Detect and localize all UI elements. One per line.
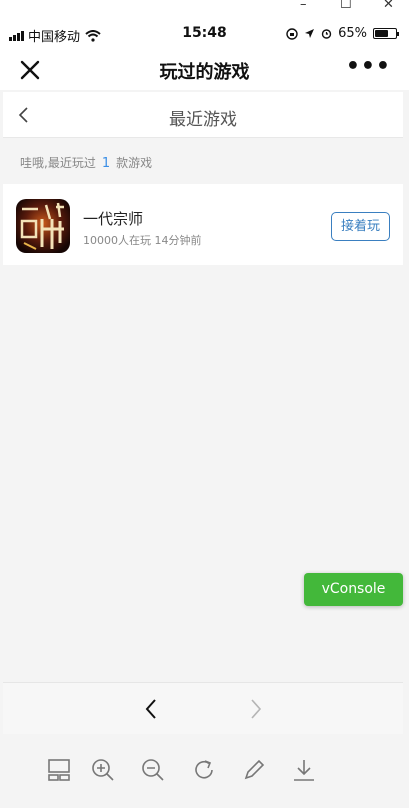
maximize-icon[interactable]: ☐ xyxy=(340,0,352,12)
refresh-icon[interactable] xyxy=(191,757,217,783)
orientation-lock-icon xyxy=(286,27,298,40)
edit-icon[interactable] xyxy=(241,757,267,783)
vconsole-button[interactable]: vConsole xyxy=(304,573,403,606)
summary-prefix: 哇哦,最近玩过 xyxy=(20,156,96,170)
page-title: 最近游戏 xyxy=(169,110,237,130)
window-controls-bar: – ☐ ✕ xyxy=(0,0,409,14)
bottom-toolbar xyxy=(0,755,409,795)
status-right: 65% xyxy=(286,26,399,41)
battery-icon xyxy=(373,28,399,39)
layout-icon[interactable] xyxy=(46,757,72,783)
download-icon[interactable] xyxy=(291,757,317,783)
back-icon[interactable] xyxy=(143,697,159,721)
game-card[interactable]: 一代宗师 10000人在玩 14分钟前 接着玩 xyxy=(3,184,403,265)
minimize-icon[interactable]: – xyxy=(300,0,307,12)
status-bar: 中国移动 15:48 65% xyxy=(0,14,409,52)
nav-bar: 玩过的游戏 ••• xyxy=(0,52,409,90)
close-window-icon[interactable]: ✕ xyxy=(383,0,394,12)
forward-icon[interactable] xyxy=(248,697,264,721)
continue-play-button[interactable]: 接着玩 xyxy=(331,212,390,241)
location-icon xyxy=(305,29,315,38)
zoom-out-icon[interactable] xyxy=(140,757,166,783)
summary-suffix: 款游戏 xyxy=(116,156,153,170)
game-name: 一代宗师 xyxy=(83,210,144,228)
recent-summary: 哇哦,最近玩过 1 款游戏 xyxy=(20,154,152,171)
battery-percent: 65% xyxy=(338,26,367,41)
game-icon[interactable] xyxy=(16,199,70,253)
alarm-icon xyxy=(321,29,332,39)
page-header: 最近游戏 xyxy=(3,92,403,138)
more-icon[interactable]: ••• xyxy=(346,54,391,79)
summary-count: 1 xyxy=(101,156,111,171)
game-meta: 10000人在玩 14分钟前 xyxy=(83,234,202,247)
browser-nav-bar xyxy=(3,682,403,734)
zoom-in-icon[interactable] xyxy=(90,757,116,783)
